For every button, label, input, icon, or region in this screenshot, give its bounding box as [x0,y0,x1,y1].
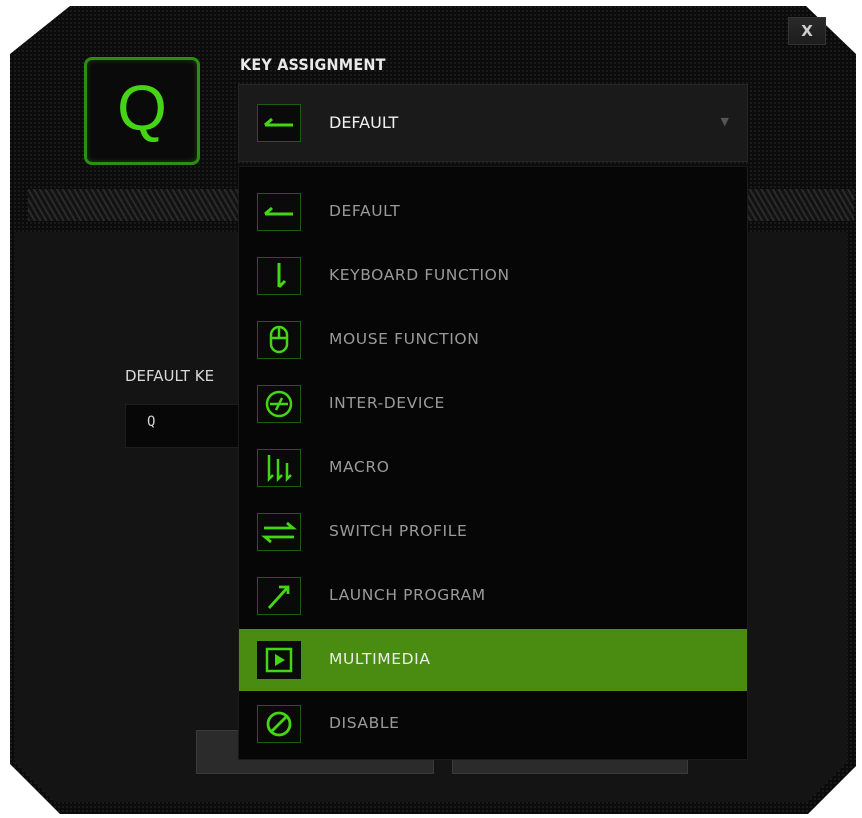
default-key-value: Q [147,414,156,430]
option-label: SWITCH PROFILE [329,522,468,540]
mouse-icon [257,321,301,359]
play-icon [257,641,301,679]
switch-profile-icon [257,513,301,551]
arrow-left-icon [257,193,301,231]
default-key-field[interactable] [125,404,239,448]
option-default[interactable]: DEFAULT [239,181,747,243]
inter-device-icon [257,385,301,423]
launch-arrow-icon [257,577,301,615]
option-label: INTER-DEVICE [329,394,445,412]
option-label: MACRO [329,458,390,476]
key-preview: Q [84,57,200,165]
option-multimedia[interactable]: MULTIMEDIA [239,629,747,691]
default-key-label: DEFAULT KE [125,367,215,385]
option-label: MOUSE FUNCTION [329,330,480,348]
close-button[interactable]: X [788,17,826,45]
select-value: DEFAULT [329,113,399,132]
option-label: KEYBOARD FUNCTION [329,266,510,284]
key-letter: Q [117,72,167,144]
option-label: DISABLE [329,714,400,732]
option-keyboard-function[interactable]: KEYBOARD FUNCTION [239,245,747,307]
option-macro[interactable]: MACRO [239,437,747,499]
keyboard-down-arrow-icon [257,257,301,295]
disable-icon [257,705,301,743]
option-launch-program[interactable]: LAUNCH PROGRAM [239,565,747,627]
option-label: DEFAULT [329,202,401,220]
key-assignment-title: KEY ASSIGNMENT [240,55,386,74]
option-inter-device[interactable]: INTER-DEVICE [239,373,747,435]
chevron-down-icon: ▼ [720,115,729,128]
arrow-left-icon [257,104,301,142]
option-label: MULTIMEDIA [329,650,431,668]
key-assignment-dropdown: DEFAULT KEYBOARD FUNCTION MOUSE FUNCTION [238,166,748,760]
option-label: LAUNCH PROGRAM [329,586,486,604]
option-switch-profile[interactable]: SWITCH PROFILE [239,501,747,563]
option-mouse-function[interactable]: MOUSE FUNCTION [239,309,747,371]
key-assignment-select[interactable]: DEFAULT ▼ [238,84,748,162]
macro-icon [257,449,301,487]
option-disable[interactable]: DISABLE [239,693,747,755]
